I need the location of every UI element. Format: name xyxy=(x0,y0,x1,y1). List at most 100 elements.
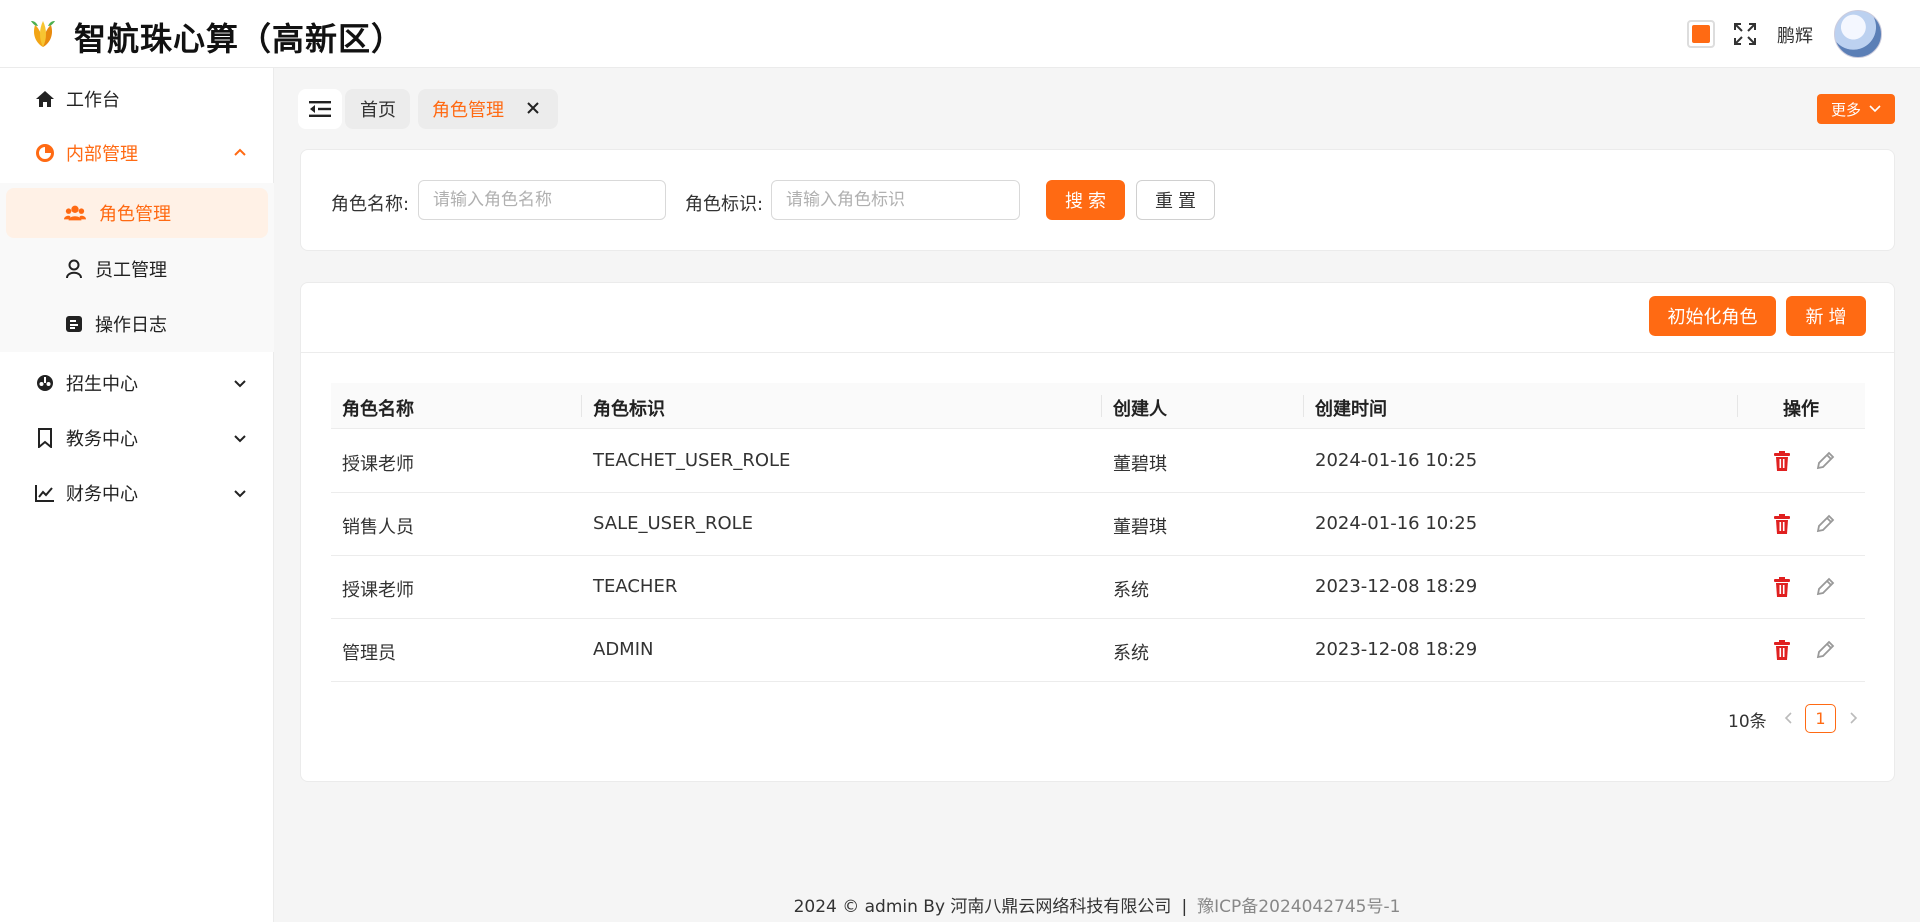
edit-icon[interactable] xyxy=(1814,639,1836,661)
sidebar-item-label: 角色管理 xyxy=(99,204,171,225)
bookmark-icon xyxy=(34,427,56,449)
column-divider xyxy=(1737,395,1738,417)
sidebar-item-logs[interactable]: 操作日志 xyxy=(0,299,274,349)
user-icon xyxy=(63,258,85,280)
cell-role-name: 授课老师 xyxy=(342,454,414,475)
cell-created-at: 2024-01-16 10:25 xyxy=(1315,450,1478,471)
column-divider xyxy=(1101,395,1102,417)
cell-role-key: SALE_USER_ROLE xyxy=(593,513,754,534)
log-icon xyxy=(63,313,85,335)
table-row: 授课老师 TEACHET_USER_ROLE 董碧琪 2024-01-16 10… xyxy=(331,430,1865,493)
delete-icon[interactable] xyxy=(1771,639,1793,661)
chevron-right-icon[interactable] xyxy=(1845,710,1861,726)
footer-separator: | xyxy=(1181,897,1188,917)
sidebar-collapse-button[interactable] xyxy=(298,89,342,129)
role-key-input[interactable] xyxy=(771,180,1020,220)
column-header: 操作 xyxy=(1783,399,1819,420)
fullscreen-icon[interactable] xyxy=(1732,21,1758,47)
cell-role-key: TEACHER xyxy=(593,576,678,597)
sidebar-item-recruit[interactable]: 招生中心 xyxy=(0,358,274,408)
footer: 2024 © admin By 河南八鼎云网络科技有限公司 | 豫ICP备20240… xyxy=(274,892,1920,917)
role-key-label: 角色标识: xyxy=(685,194,764,215)
sidebar-item-academic[interactable]: 教务中心 xyxy=(0,413,274,463)
close-icon[interactable] xyxy=(526,101,540,115)
column-header: 角色名称 xyxy=(342,399,414,420)
recruit-icon xyxy=(34,372,56,394)
table-header: 角色名称 角色标识 创建人 创建时间 操作 xyxy=(331,383,1865,429)
tab-home[interactable]: 首页 xyxy=(345,89,410,129)
column-header: 角色标识 xyxy=(593,399,665,420)
footer-copyright: 2024 © admin By 河南八鼎云网络科技有限公司 xyxy=(793,897,1172,917)
cell-created-at: 2023-12-08 18:29 xyxy=(1315,639,1478,660)
tab-label: 角色管理 xyxy=(432,100,504,121)
sidebar-item-label: 员工管理 xyxy=(95,260,167,281)
cell-creator: 董碧琪 xyxy=(1113,517,1167,538)
sidebar-item-label: 招生中心 xyxy=(66,374,138,395)
search-button[interactable]: 搜 索 xyxy=(1046,180,1125,220)
cell-role-key: ADMIN xyxy=(593,639,654,660)
chevron-down-icon xyxy=(234,380,246,388)
theme-color-fill xyxy=(1692,25,1710,43)
home-icon xyxy=(34,88,56,110)
cell-created-at: 2024-01-16 10:25 xyxy=(1315,513,1478,534)
delete-icon[interactable] xyxy=(1771,576,1793,598)
search-form: 角色名称: 角色标识: 搜 索 重 置 xyxy=(300,149,1895,251)
sidebar-item-workbench[interactable]: 工作台 xyxy=(0,74,274,124)
top-header: 智航珠心算（高新区） 鹏辉 xyxy=(0,0,1920,68)
column-divider xyxy=(581,395,582,417)
sidebar-item-label: 工作台 xyxy=(66,90,120,111)
column-header: 创建时间 xyxy=(1315,399,1387,420)
sidebar-item-staff[interactable]: 员工管理 xyxy=(0,244,274,294)
column-header: 创建人 xyxy=(1113,399,1167,420)
cell-creator: 系统 xyxy=(1113,580,1149,601)
sidebar-item-label: 财务中心 xyxy=(66,484,138,505)
tab-label: 首页 xyxy=(360,100,396,121)
init-roles-button[interactable]: 初始化角色 xyxy=(1649,296,1776,336)
cell-role-key: TEACHET_USER_ROLE xyxy=(593,450,791,471)
sidebar-item-label: 操作日志 xyxy=(95,315,167,336)
menu-fold-icon xyxy=(309,101,331,117)
more-label: 更多 xyxy=(1830,100,1861,119)
edit-icon[interactable] xyxy=(1814,513,1836,535)
table-row: 管理员 ADMIN 系统 2023-12-08 18:29 xyxy=(331,619,1865,682)
delete-icon[interactable] xyxy=(1771,513,1793,535)
chevron-down-icon xyxy=(234,490,246,498)
cell-creator: 董碧琪 xyxy=(1113,454,1167,475)
table-row: 授课老师 TEACHER 系统 2023-12-08 18:29 xyxy=(331,556,1865,619)
toolbar-divider xyxy=(301,352,1894,353)
app-logo-icon xyxy=(31,21,55,47)
role-name-input[interactable] xyxy=(418,180,666,220)
chart-circle-icon xyxy=(34,142,56,164)
chevron-down-icon xyxy=(1869,105,1881,113)
role-table-card: 初始化角色 新 增 角色名称 角色标识 创建人 创建时间 操作 授课老师 TEA… xyxy=(300,282,1895,782)
sidebar-item-roles[interactable]: 角色管理 xyxy=(6,188,268,238)
add-role-button[interactable]: 新 增 xyxy=(1786,296,1866,336)
chevron-up-icon xyxy=(234,148,246,156)
tab-role-management[interactable]: 角色管理 xyxy=(418,89,558,129)
sidebar-item-internal[interactable]: 内部管理 xyxy=(0,128,274,178)
sidebar-item-finance[interactable]: 财务中心 xyxy=(0,468,274,518)
role-name-label: 角色名称: xyxy=(331,194,410,215)
submenu-internal: 角色管理 员工管理 操作日志 xyxy=(0,183,274,352)
icp-link[interactable]: 豫ICP备2024042745号-1 xyxy=(1197,897,1400,917)
reset-button[interactable]: 重 置 xyxy=(1136,180,1215,220)
app-title: 智航珠心算（高新区） xyxy=(74,20,405,58)
chevron-left-icon[interactable] xyxy=(1781,710,1797,726)
delete-icon[interactable] xyxy=(1771,450,1793,472)
avatar[interactable] xyxy=(1834,10,1882,58)
page-size-selector[interactable]: 10条 xyxy=(1728,707,1767,732)
page-number-current[interactable]: 1 xyxy=(1805,704,1836,733)
edit-icon[interactable] xyxy=(1814,450,1836,472)
cell-creator: 系统 xyxy=(1113,643,1149,664)
line-chart-icon xyxy=(34,482,56,504)
more-tabs-button[interactable]: 更多 xyxy=(1817,94,1895,124)
cell-role-name: 授课老师 xyxy=(342,580,414,601)
sidebar-item-label: 内部管理 xyxy=(66,144,138,165)
cell-created-at: 2023-12-08 18:29 xyxy=(1315,576,1478,597)
users-icon xyxy=(64,202,86,224)
edit-icon[interactable] xyxy=(1814,576,1836,598)
theme-color-picker[interactable] xyxy=(1687,20,1715,48)
username[interactable]: 鹏辉 xyxy=(1777,22,1813,48)
table-row: 销售人员 SALE_USER_ROLE 董碧琪 2024-01-16 10:25 xyxy=(331,493,1865,556)
sidebar-item-label: 教务中心 xyxy=(66,429,138,450)
